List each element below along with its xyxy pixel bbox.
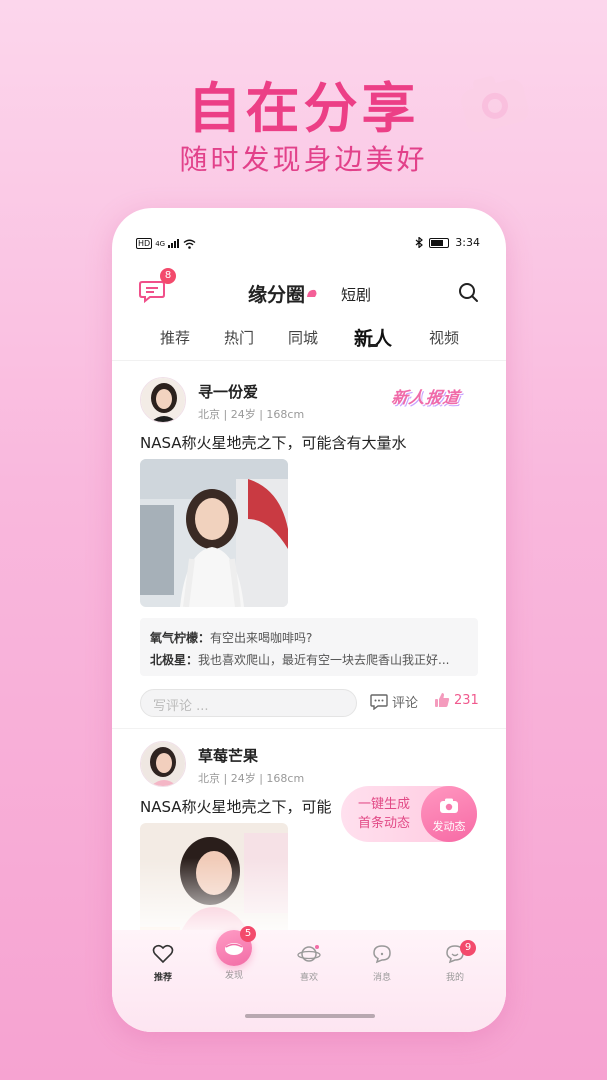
short-drama-tab[interactable]: 短剧 [341, 284, 371, 305]
discover-badge: 5 [240, 926, 256, 942]
newcomer-badge: 新人报道 [390, 388, 462, 407]
app-title[interactable]: 缘分圈 [248, 280, 305, 307]
tab-hot[interactable]: 热门 [224, 327, 254, 348]
message-badge: 8 [160, 268, 176, 284]
thumbs-up-icon [435, 693, 450, 707]
promo-subline: 随时发现身边美好 [179, 143, 428, 176]
fab-hint: 一键生成 首条动态 [358, 795, 410, 833]
comment-text: 我也喜欢爬山，最近有空一块去爬香山我正好... [198, 653, 450, 667]
home-indicator[interactable] [245, 1014, 375, 1018]
battery-icon [429, 237, 450, 248]
feed-fade [112, 858, 506, 938]
post-author-meta: 北京 | 24岁 | 168cm [198, 408, 305, 421]
nav-label: 发现 [224, 971, 243, 981]
nav-item-recommend[interactable]: 推荐 [138, 944, 188, 983]
search-icon[interactable] [458, 282, 480, 304]
post-author-name[interactable]: 草莓芒果 [198, 745, 258, 766]
comment-label: 评论 [392, 696, 419, 711]
status-bar: HD 4G 3:34 [112, 236, 506, 252]
bluetooth-icon [415, 237, 424, 248]
tab-video[interactable]: 视频 [429, 327, 459, 348]
avatar[interactable] [140, 741, 186, 787]
create-post-fab[interactable]: 一键生成 首条动态 发动态 [341, 786, 477, 842]
comment-row: 氧气柠檬：有空出来喝咖啡吗? [150, 627, 468, 649]
hd-indicator: HD [136, 238, 153, 249]
camera-icon [440, 798, 458, 813]
feed-tabs: 推荐 热门 同城 新人 视频 [112, 321, 506, 361]
bottom-nav: 推荐 发现 5 喜欢 消息 9 我的 [112, 926, 506, 1032]
signal-icon [168, 239, 180, 248]
wifi-icon [183, 239, 196, 249]
post-author-name[interactable]: 寻一份爱 [198, 381, 258, 402]
nav-item-profile[interactable]: 9 我的 [430, 940, 480, 983]
tab-recommend[interactable]: 推荐 [160, 327, 190, 348]
fab-hint-line2: 首条动态 [358, 816, 411, 831]
like-count: 231 [454, 692, 479, 708]
nav-label: 推荐 [153, 973, 172, 983]
post-moment-button[interactable]: 发动态 [421, 786, 477, 842]
nav-label: 喜欢 [299, 973, 318, 983]
nav-label: 我的 [445, 973, 464, 983]
nav-item-messages[interactable]: 消息 [357, 944, 407, 983]
comment-preview[interactable]: 氧气柠檬：有空出来喝咖啡吗? 北极星：我也喜欢爬山，最近有空一块去爬香山我正好.… [140, 618, 478, 676]
comment-icon [370, 693, 388, 710]
heart-icon [152, 944, 174, 964]
commenter-name: 氧气柠檬： [150, 631, 211, 645]
top-bar: 8 缘分圈 短剧 [112, 268, 506, 310]
commenter-name: 北极星： [150, 653, 199, 667]
profile-badge: 9 [460, 940, 476, 956]
post-photo[interactable] [140, 459, 288, 607]
planet-icon [297, 945, 321, 962]
comment-row: 北极星：我也喜欢爬山，最近有空一块去爬香山我正好... [150, 649, 468, 671]
post-text: NASA称火星地壳之下，可能含有大量水 [140, 434, 407, 452]
post-text: NASA称火星地壳之下，可能 [140, 798, 332, 816]
post-divider [112, 728, 506, 729]
like-button[interactable]: 231 [434, 692, 479, 708]
discover-icon[interactable]: 5 [216, 926, 256, 966]
active-tab-indicator [368, 344, 378, 347]
status-time: 3:34 [455, 236, 480, 249]
avatar[interactable] [140, 377, 186, 423]
comment-text: 有空出来喝咖啡吗? [210, 631, 313, 645]
network-indicator: 4G [155, 239, 166, 248]
nav-label: 消息 [372, 973, 391, 983]
comment-button[interactable]: 评论 [370, 692, 418, 711]
chat-bubble-icon [373, 945, 391, 964]
fab-label: 发动态 [432, 820, 466, 833]
phone-screen: HD 4G 3:34 8 缘分圈 短剧 推荐 热门 同城 新人 视频 寻一份爱 … [112, 208, 506, 1032]
comment-input[interactable]: 写评论 ... [140, 689, 357, 717]
nav-item-like[interactable]: 喜欢 [284, 944, 334, 983]
post-author-meta: 北京 | 24岁 | 168cm [198, 772, 305, 785]
title-decoration-icon [307, 289, 317, 297]
fab-hint-line1: 一键生成 [358, 797, 411, 812]
tab-nearby[interactable]: 同城 [288, 327, 318, 348]
